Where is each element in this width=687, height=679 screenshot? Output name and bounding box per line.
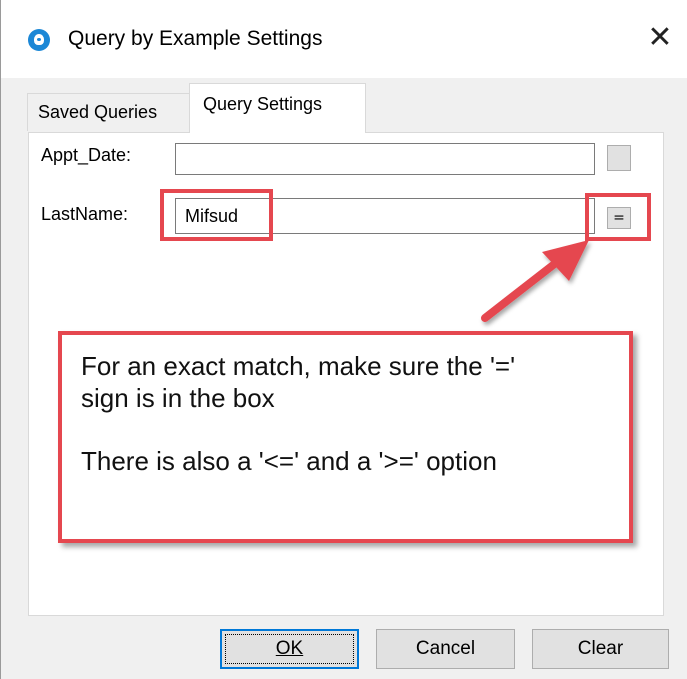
clear-button[interactable]: Clear	[532, 629, 669, 669]
last-name-label: LastName:	[41, 204, 129, 224]
clear-button-label: Clear	[577, 638, 624, 659]
callout-line-3: There is also a '<=' and a '>=' option	[81, 446, 497, 476]
appt-date-operator-button[interactable]	[607, 145, 631, 171]
query-settings-dialog: Query by Example Settings ✕ Saved Querie…	[0, 0, 687, 679]
callout-line-1: For an exact match, make sure the '='	[81, 351, 516, 381]
last-name-operator-button[interactable]: =	[607, 207, 631, 229]
callout-line-2: sign is in the box	[81, 383, 275, 413]
window-title: Query by Example Settings	[68, 27, 323, 50]
appt-date-input[interactable]	[175, 143, 595, 175]
close-icon[interactable]: ✕	[637, 15, 683, 61]
title-bar: Query by Example Settings ✕	[1, 0, 687, 78]
cancel-button[interactable]: Cancel	[376, 629, 515, 669]
appt-date-label: Appt_Date:	[41, 145, 132, 165]
tab-saved-queries[interactable]: Saved Queries	[27, 93, 190, 131]
ok-button[interactable]: OK	[220, 629, 359, 669]
app-logo-icon	[28, 29, 50, 51]
focus-rectangle	[225, 634, 354, 664]
instruction-callout: For an exact match, make sure the '=' si…	[58, 331, 633, 543]
last-name-input[interactable]	[175, 198, 595, 234]
cancel-button-label: Cancel	[415, 638, 476, 659]
tab-query-settings[interactable]: Query Settings	[189, 83, 366, 133]
